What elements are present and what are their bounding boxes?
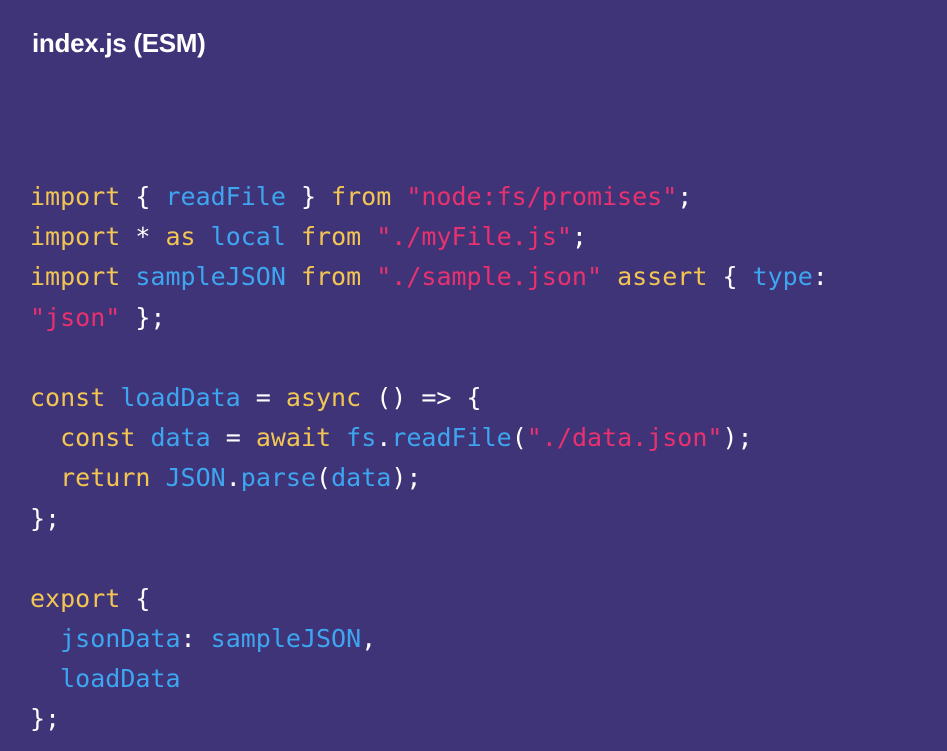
code-punctuation: }: [285, 182, 332, 211]
code-string: "./sample.json": [376, 262, 603, 292]
code-line: import sampleJSON from "./sample.json" a…: [30, 257, 828, 297]
code-identifier: readFile: [165, 182, 286, 211]
code-punctuation: [286, 262, 301, 291]
code-line: const data = await fs.readFile("./data.j…: [30, 418, 828, 458]
code-punctuation: [150, 463, 165, 492]
code-identifier: jsonData: [60, 624, 181, 654]
code-punctuation: [361, 262, 376, 291]
code-punctuation: [602, 262, 617, 291]
code-identifier: type: [752, 262, 813, 292]
code-punctuation: {: [707, 262, 753, 292]
code-string: "./myFile.js": [376, 222, 572, 252]
code-keyword: const: [60, 423, 136, 453]
code-string: "node:fs/promises": [406, 182, 678, 211]
code-keyword: export: [30, 583, 121, 613]
code-line: export {: [30, 579, 828, 619]
code-punctuation: );: [722, 423, 753, 453]
code-keyword: return: [60, 463, 151, 493]
code-punctuation: *: [120, 222, 166, 252]
code-punctuation: [286, 222, 301, 251]
code-punctuation: [30, 463, 60, 492]
code-keyword: from: [300, 222, 362, 252]
code-punctuation: [30, 624, 60, 653]
code-punctuation: :: [180, 624, 211, 654]
code-punctuation: () => {: [361, 382, 482, 412]
code-keyword: import: [30, 182, 121, 211]
code-punctuation: {: [120, 583, 151, 613]
code-line: const loadData = async () => {: [30, 378, 828, 418]
page-title: index.js (ESM): [32, 28, 206, 58]
code-keyword: import: [30, 222, 121, 252]
code-line: import * as local from "./myFile.js";: [30, 217, 828, 257]
code-punctuation: ,: [361, 624, 377, 654]
code-punctuation: [361, 222, 376, 251]
code-string: "./data.json": [526, 423, 723, 453]
code-punctuation: {: [120, 182, 166, 211]
code-punctuation: [30, 664, 60, 693]
code-punctuation: };: [120, 302, 166, 332]
code-identifier: data: [150, 423, 211, 453]
code-punctuation: .: [225, 463, 241, 493]
code-line: import { readFile } from "node:fs/promis…: [30, 177, 828, 217]
code-block: import { readFile } from "node:fs/promis…: [30, 177, 828, 740]
code-keyword: from: [331, 182, 392, 211]
code-keyword: as: [165, 222, 196, 252]
code-punctuation: };: [30, 704, 61, 734]
code-keyword: assert: [617, 262, 708, 292]
code-identifier: readFile: [391, 423, 512, 453]
code-identifier: local: [210, 222, 286, 252]
code-line: "json" };: [30, 298, 828, 338]
code-punctuation: [391, 182, 406, 211]
code-identifier: loadData: [120, 382, 241, 412]
code-line: };: [30, 699, 828, 739]
code-identifier: JSON: [165, 463, 226, 493]
code-punctuation: ;: [677, 182, 693, 211]
code-line: loadData: [30, 659, 828, 699]
code-punctuation: [30, 423, 60, 452]
code-keyword: await: [255, 423, 332, 453]
code-keyword: const: [30, 382, 106, 412]
code-punctuation: };: [30, 503, 61, 533]
code-line: };: [30, 499, 828, 539]
code-punctuation: );: [391, 463, 422, 493]
code-punctuation: =: [240, 382, 286, 412]
code-punctuation: ;: [571, 222, 587, 252]
code-punctuation: [331, 423, 346, 452]
code-line: return JSON.parse(data);: [30, 458, 828, 498]
code-identifier: sampleJSON: [135, 262, 286, 292]
code-punctuation: [120, 262, 135, 291]
code-keyword: import: [30, 262, 121, 292]
code-identifier: sampleJSON: [210, 624, 362, 654]
code-punctuation: :: [812, 262, 828, 292]
code-identifier: data: [331, 463, 392, 493]
code-identifier: loadData: [60, 664, 181, 694]
code-line: jsonData: sampleJSON,: [30, 619, 828, 659]
code-identifier: fs: [346, 423, 377, 453]
code-string: "json": [30, 302, 121, 332]
code-keyword: async: [285, 382, 362, 412]
code-punctuation: [105, 383, 120, 412]
code-keyword: from: [300, 262, 362, 292]
code-punctuation: (: [316, 463, 332, 493]
code-punctuation: [135, 423, 150, 452]
code-punctuation: [196, 222, 211, 251]
code-punctuation: (: [511, 423, 527, 453]
code-punctuation: .: [376, 423, 392, 453]
code-punctuation: =: [210, 423, 256, 453]
code-identifier: parse: [240, 463, 317, 493]
